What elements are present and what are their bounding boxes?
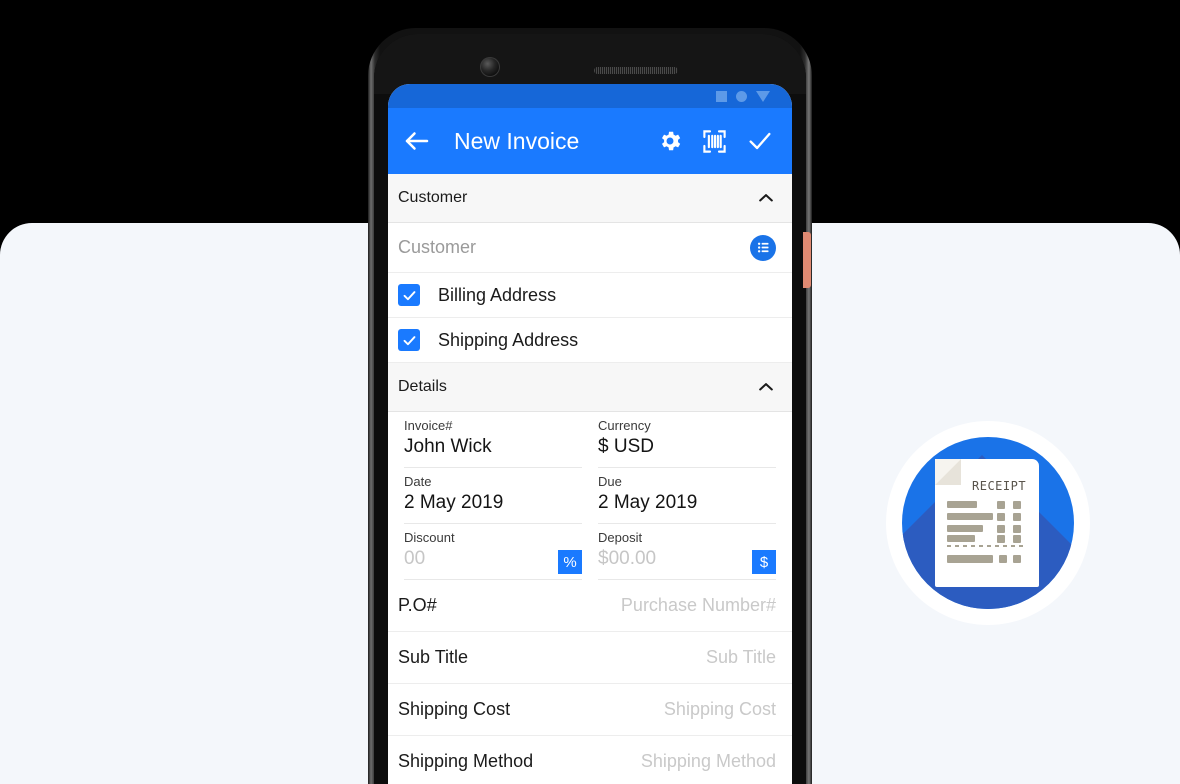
barcode-scan-icon[interactable] [701, 128, 728, 155]
checkbox-row-shipping-address[interactable]: Shipping Address [388, 318, 792, 363]
row-value: Shipping Cost [663, 699, 776, 719]
field-deposit[interactable]: Deposit $00.00 $ [590, 524, 784, 580]
field-due[interactable]: Due 2 May 2019 [590, 468, 784, 524]
discount-percent-button[interactable]: % [558, 550, 582, 574]
arrow-left-icon[interactable] [402, 126, 432, 156]
receipt-title: RECEIPT [972, 479, 1027, 493]
receipt-line [947, 513, 993, 520]
customer-field-row[interactable]: Customer [388, 223, 792, 273]
field-date[interactable]: Date 2 May 2019 [396, 468, 590, 524]
front-camera-icon [480, 57, 500, 77]
details-row-1: Invoice# John Wick Currency $ USD [388, 412, 792, 468]
triangle-down-icon [756, 90, 770, 102]
receipt-dot [999, 555, 1007, 563]
receipt-line [947, 535, 975, 542]
list-icon[interactable] [750, 234, 776, 261]
gear-icon[interactable] [657, 128, 683, 154]
field-label: Due [598, 474, 622, 489]
deposit-currency-button[interactable]: $ [752, 550, 776, 574]
square-icon [716, 90, 727, 102]
receipt-dot [1013, 535, 1021, 543]
invoice-form: Customer Customer Billing Address Shippi… [388, 174, 792, 784]
field-label: Discount [404, 530, 455, 545]
chevron-up-icon[interactable] [756, 377, 776, 397]
section-header-customer[interactable]: Customer [388, 174, 792, 223]
details-row-3: Discount 00 % Deposit $00.00 $ [388, 524, 792, 580]
receipt-dot [1013, 501, 1021, 509]
checkbox-label-shipping-address: Shipping Address [438, 329, 579, 350]
row-label: Shipping Method [398, 751, 534, 771]
receipt-circle: RECEIPT [902, 437, 1074, 609]
receipt-line [947, 525, 983, 532]
field-value: 2 May 2019 [404, 492, 504, 513]
receipt-dot [997, 525, 1005, 533]
row-label: P.O# [398, 595, 437, 615]
row-value: Sub Title [705, 647, 776, 667]
phone-mockup: New Invoice Customer Customer Billing Ad… [368, 28, 812, 784]
receipt-perforation [947, 545, 1027, 547]
row-shipping-cost[interactable]: Shipping Cost Shipping Cost [388, 684, 792, 736]
section-header-customer-label: Customer [398, 189, 468, 206]
earpiece-speaker [594, 67, 678, 74]
section-header-details[interactable]: Details [388, 363, 792, 412]
page-title: New Invoice [454, 127, 580, 154]
receipt-dot [1013, 513, 1021, 521]
receipt-dot [997, 513, 1005, 521]
screenshot-stage: RECEIPT New Invoice Customer Customer Bi… [0, 0, 1180, 784]
power-button[interactable] [803, 232, 811, 288]
phone-screen: New Invoice Customer Customer Billing Ad… [388, 84, 792, 784]
details-row-2: Date 2 May 2019 Due 2 May 2019 [388, 468, 792, 524]
field-label: Currency [598, 418, 651, 433]
receipt-paper: RECEIPT [935, 459, 1039, 587]
field-placeholder: 00 [404, 548, 426, 569]
row-shipping-method[interactable]: Shipping Method Shipping Method [388, 736, 792, 784]
receipt-dot [997, 535, 1005, 543]
field-value: John Wick [404, 436, 492, 457]
chevron-up-icon[interactable] [756, 188, 776, 208]
row-value: Shipping Method [640, 751, 776, 771]
field-placeholder: $00.00 [598, 548, 657, 569]
field-label: Date [404, 474, 432, 489]
check-icon[interactable] [746, 127, 774, 155]
field-currency[interactable]: Currency $ USD [590, 412, 784, 468]
row-po-number[interactable]: P.O# Purchase Number# [388, 580, 792, 632]
row-label: Shipping Cost [398, 699, 511, 719]
receipt-dot [1013, 525, 1021, 533]
receipt-dot [997, 501, 1005, 509]
receipt-badge: RECEIPT [886, 421, 1090, 625]
field-label: Invoice# [404, 418, 453, 433]
circle-icon [736, 90, 747, 102]
row-label: Sub Title [398, 647, 469, 667]
section-header-details-label: Details [398, 378, 447, 395]
checkbox-shipping-address[interactable] [398, 329, 420, 351]
app-bar: New Invoice [388, 108, 792, 174]
receipt-total-line [947, 555, 993, 563]
receipt-dot [1013, 555, 1021, 563]
field-label: Deposit [598, 530, 643, 545]
field-value: 2 May 2019 [598, 492, 698, 513]
checkbox-billing-address[interactable] [398, 284, 420, 306]
checkbox-label-billing-address: Billing Address [438, 284, 557, 305]
field-value: $ USD [598, 436, 654, 457]
status-bar [388, 84, 792, 108]
receipt-line [947, 501, 977, 508]
field-discount[interactable]: Discount 00 % [396, 524, 590, 580]
customer-input-placeholder: Customer [398, 237, 477, 257]
row-sub-title[interactable]: Sub Title Sub Title [388, 632, 792, 684]
row-value: Purchase Number# [620, 595, 776, 615]
checkbox-row-billing-address[interactable]: Billing Address [388, 273, 792, 318]
field-invoice-number[interactable]: Invoice# John Wick [396, 412, 590, 468]
